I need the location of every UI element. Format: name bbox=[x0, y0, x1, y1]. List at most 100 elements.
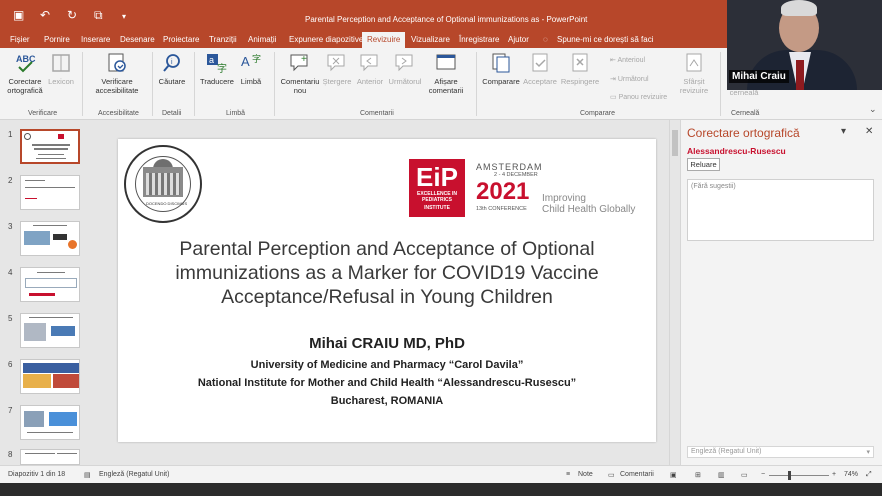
tab-transitions[interactable]: Tranziții bbox=[209, 35, 237, 44]
language-dropdown[interactable]: Engleză (Regatul Unit) ▾ bbox=[687, 446, 874, 458]
slide-affiliation-1[interactable]: University of Medicine and Pharmacy “Car… bbox=[118, 359, 656, 371]
current-slide[interactable]: DOCENDO DISCIMUS EiP EXCELLENCE IN PEDIA… bbox=[118, 139, 656, 442]
previous-comment-button[interactable]: Anterior bbox=[354, 52, 386, 86]
reviewing-pane-button[interactable]: ▭ Panou revizuire bbox=[610, 93, 667, 101]
webcam-overlay: Mihai Craiu bbox=[727, 0, 882, 90]
slide-thumbnail[interactable] bbox=[20, 221, 80, 256]
group-divider bbox=[194, 52, 195, 116]
redo-icon[interactable]: ↻ bbox=[67, 8, 77, 22]
svg-text:字: 字 bbox=[252, 53, 261, 64]
slide-affiliation-3[interactable]: Bucharest, ROMANIA bbox=[118, 395, 656, 407]
save-icon[interactable]: ▣ bbox=[13, 8, 24, 22]
slide-thumbnail[interactable] bbox=[20, 129, 80, 164]
tab-file[interactable]: Fișier bbox=[10, 35, 30, 44]
slide-thumbnail[interactable] bbox=[20, 449, 80, 465]
eip-conference: 13th CONFERENCE bbox=[476, 206, 527, 212]
slideshow-view-icon[interactable]: ▭ bbox=[741, 471, 748, 479]
present-icon[interactable]: ⧉ bbox=[94, 8, 103, 23]
tab-animations[interactable]: Animații bbox=[248, 35, 276, 44]
accept-button[interactable]: Acceptare bbox=[522, 52, 558, 86]
zoom-out-icon[interactable]: − bbox=[761, 471, 765, 478]
check-accessibility-button[interactable]: Verificare accesibilitate bbox=[86, 52, 148, 95]
window-title: Parental Perception and Acceptance of Op… bbox=[305, 15, 588, 24]
tab-view[interactable]: Vizualizare bbox=[411, 35, 450, 44]
presenter-tie bbox=[796, 60, 804, 90]
thumb-image bbox=[49, 412, 77, 426]
show-comments-button[interactable]: Afișare comentarii bbox=[424, 52, 468, 95]
svg-text:+: + bbox=[301, 54, 307, 65]
tell-me-search[interactable]: Spune-mi ce dorești să faci bbox=[557, 35, 654, 44]
slide-thumbnail[interactable] bbox=[20, 175, 80, 210]
translate-button[interactable]: a字 Traducere bbox=[198, 52, 236, 86]
new-comment-button[interactable]: + Comentariu nou bbox=[278, 52, 322, 95]
thumb-line bbox=[36, 158, 66, 159]
slide-scrollbar[interactable] bbox=[669, 120, 680, 465]
spelling-pane: Corectare ortografică ▾ ✕ Alessandrescu-… bbox=[680, 120, 882, 465]
thesaurus-button[interactable]: Lexicon bbox=[46, 52, 76, 86]
undo-icon[interactable]: ↶ bbox=[40, 8, 50, 22]
previous-change-button[interactable]: ⇤ Anterioul bbox=[610, 56, 645, 64]
resume-button[interactable]: Reluare bbox=[687, 158, 720, 171]
slide-thumbnail[interactable] bbox=[20, 313, 80, 348]
close-icon[interactable]: ✕ bbox=[865, 126, 873, 137]
accessibility-icon bbox=[108, 53, 126, 72]
next-comment-button[interactable]: Următorul bbox=[388, 52, 422, 86]
smart-lookup-button[interactable]: i Căutare bbox=[156, 52, 188, 86]
scrollbar-thumb[interactable] bbox=[672, 130, 678, 156]
normal-view-icon[interactable]: ▣ bbox=[670, 471, 677, 479]
thumbnails-scrollbar[interactable] bbox=[104, 120, 112, 465]
comments-button[interactable]: Comentarii bbox=[620, 471, 654, 478]
reject-button[interactable]: Respingere bbox=[560, 52, 600, 86]
tab-review[interactable]: Revizuire bbox=[362, 32, 406, 48]
group-divider bbox=[152, 52, 153, 116]
delete-comment-button[interactable]: Ștergere bbox=[322, 52, 352, 86]
tab-slideshow[interactable]: Expunere diapozitive bbox=[289, 35, 363, 44]
tab-draw[interactable]: Desenare bbox=[120, 35, 155, 44]
slide-sorter-icon[interactable]: ⊞ bbox=[695, 471, 701, 479]
slide-affiliation-2[interactable]: National Institute for Mother and Child … bbox=[118, 377, 656, 389]
customize-qat-icon[interactable]: ▾ bbox=[122, 12, 126, 21]
presenter-name: Mihai Craiu bbox=[729, 70, 789, 83]
tab-insert[interactable]: Inserare bbox=[81, 35, 110, 44]
tab-record[interactable]: Înregistrare bbox=[459, 35, 499, 44]
group-divider bbox=[82, 52, 83, 116]
slide-thumbnail[interactable] bbox=[20, 405, 80, 440]
slide-thumbnail[interactable] bbox=[20, 267, 80, 302]
end-review-icon bbox=[686, 53, 702, 72]
tab-home[interactable]: Pornire bbox=[44, 35, 70, 44]
group-divider bbox=[274, 52, 275, 116]
thumb-image bbox=[24, 323, 46, 341]
zoom-slider[interactable] bbox=[769, 475, 829, 476]
thumb-number: 1 bbox=[8, 130, 13, 139]
zoom-slider-handle[interactable] bbox=[788, 471, 791, 480]
thumb-image bbox=[53, 374, 79, 388]
language-button[interactable]: A字 Limbă bbox=[238, 52, 264, 86]
pane-options-icon[interactable]: ▾ bbox=[841, 126, 846, 137]
tab-help[interactable]: Ajutor bbox=[508, 35, 529, 44]
collapse-ribbon-icon[interactable]: ⌄ bbox=[869, 104, 877, 115]
next-change-button[interactable]: ⇥ Următorul bbox=[610, 75, 649, 83]
eip-logo: EiP EXCELLENCE IN PEDIATRICS INSTITUTE bbox=[409, 159, 465, 217]
slide-thumbnail[interactable] bbox=[20, 359, 80, 394]
university-seal: DOCENDO DISCIMUS bbox=[124, 145, 202, 223]
slide-author[interactable]: Mihai CRAIU MD, PhD bbox=[118, 335, 656, 352]
suggestions-list[interactable]: (Fără sugestii) bbox=[687, 179, 874, 241]
thumb-line bbox=[25, 187, 75, 188]
zoom-level[interactable]: 74% bbox=[844, 471, 858, 478]
thumb-number: 5 bbox=[8, 314, 13, 323]
group-divider bbox=[720, 52, 721, 116]
thumb-line bbox=[29, 317, 73, 318]
end-review-button[interactable]: Sfârșit revizuire bbox=[676, 52, 712, 95]
eip-city: AMSTERDAM bbox=[476, 162, 543, 172]
spelling-button[interactable]: ABC Corectare ortografică bbox=[4, 52, 46, 95]
zoom-in-icon[interactable]: + bbox=[832, 471, 836, 478]
tab-design[interactable]: Proiectare bbox=[163, 35, 199, 44]
status-bar: Diapozitiv 1 din 18 ▤ Engleză (Regatul U… bbox=[0, 465, 882, 483]
status-language[interactable]: Engleză (Regatul Unit) bbox=[99, 471, 169, 478]
compare-button[interactable]: Comparare bbox=[480, 52, 522, 86]
fit-slide-icon[interactable]: ⤢ bbox=[866, 471, 872, 479]
reading-view-icon[interactable]: ▥ bbox=[718, 471, 725, 479]
proofing-status-icon[interactable]: ▤ bbox=[84, 471, 91, 479]
slide-title[interactable]: Parental Perception and Acceptance of Op… bbox=[138, 237, 636, 309]
notes-button[interactable]: Note bbox=[578, 471, 593, 478]
